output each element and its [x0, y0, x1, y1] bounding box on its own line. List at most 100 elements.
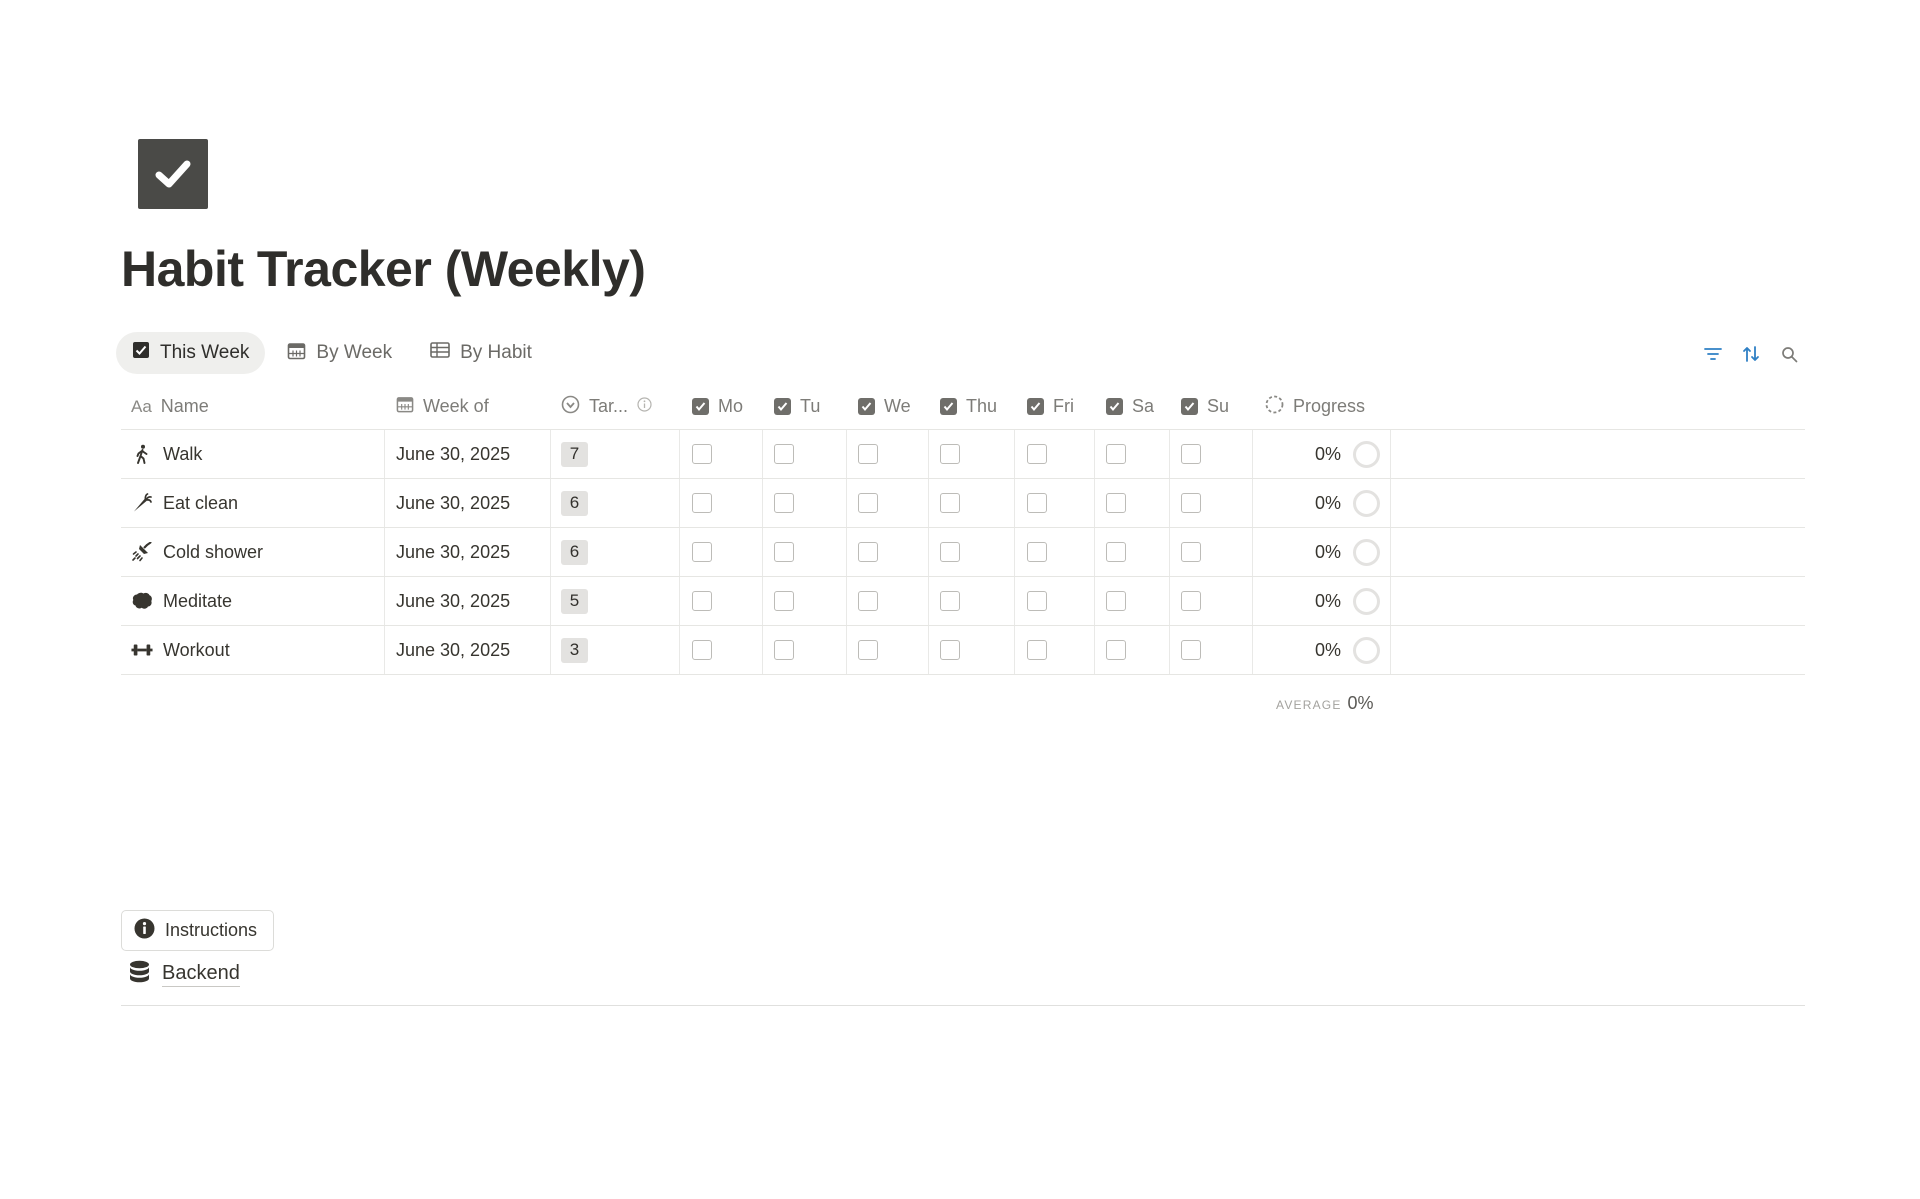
day-checkbox-we[interactable] [858, 542, 878, 562]
brain-icon [131, 590, 153, 612]
table-row[interactable]: Eat clean June 30, 2025 6 0% [121, 479, 1805, 528]
table-row[interactable]: Cold shower June 30, 2025 6 0% [121, 528, 1805, 577]
day-checkbox-we[interactable] [858, 493, 878, 513]
day-checkbox-we[interactable] [858, 444, 878, 464]
day-checkbox-fri[interactable] [1027, 493, 1047, 513]
instructions-label: Instructions [165, 920, 258, 940]
cell-target[interactable]: 6 [551, 479, 680, 527]
day-checkbox-we[interactable] [858, 591, 878, 611]
info-icon[interactable] [637, 396, 652, 417]
day-checkbox-mo[interactable] [692, 640, 712, 660]
column-header-tu[interactable]: Tu [763, 384, 847, 429]
cell-we [847, 479, 929, 527]
column-header-sa[interactable]: Sa [1095, 384, 1170, 429]
column-header-mo[interactable]: Mo [680, 384, 763, 429]
day-checkbox-tu[interactable] [774, 444, 794, 464]
day-checkbox-mo[interactable] [692, 493, 712, 513]
day-checkbox-thu[interactable] [940, 444, 960, 464]
day-checkbox-tu[interactable] [774, 640, 794, 660]
day-checkbox-su[interactable] [1181, 493, 1201, 513]
day-checkbox-fri[interactable] [1027, 444, 1047, 464]
tab-label: By Habit [460, 342, 532, 363]
column-header-thu[interactable]: Thu [929, 384, 1015, 429]
column-header-fri[interactable]: Fri [1015, 384, 1095, 429]
table-row[interactable]: Meditate June 30, 2025 5 0% [121, 577, 1805, 626]
tab-this-week[interactable]: This Week [116, 332, 266, 374]
day-checkbox-we[interactable] [858, 640, 878, 660]
cell-week-of[interactable]: June 30, 2025 [385, 430, 551, 478]
progress-average[interactable]: AVERAGE 0% [1276, 693, 1374, 714]
day-checkbox-sa[interactable] [1106, 493, 1126, 513]
column-header-week[interactable]: Week of [385, 384, 551, 429]
calendar-icon [287, 341, 306, 366]
day-checkbox-sa[interactable] [1106, 542, 1126, 562]
cell-name[interactable]: Walk [121, 430, 385, 478]
progress-value: 0% [1314, 492, 1341, 513]
cell-progress: 0% [1253, 577, 1391, 625]
walk-icon [131, 443, 153, 465]
sort-icon[interactable] [1740, 343, 1762, 365]
column-header-we[interactable]: We [847, 384, 929, 429]
search-icon[interactable] [1778, 343, 1800, 365]
day-checkbox-su[interactable] [1181, 542, 1201, 562]
backend-link[interactable]: Backend [129, 960, 240, 989]
habit-table: Aa Name Week of Tar... Mo Tu We Thu Fri … [121, 384, 1805, 675]
column-header-su[interactable]: Su [1170, 384, 1253, 429]
day-checkbox-sa[interactable] [1106, 444, 1126, 464]
day-checkbox-thu[interactable] [940, 640, 960, 660]
day-checkbox-mo[interactable] [692, 542, 712, 562]
day-checkbox-su[interactable] [1181, 591, 1201, 611]
cell-we [847, 577, 929, 625]
cell-week-of[interactable]: June 30, 2025 [385, 528, 551, 576]
cell-week-of[interactable]: June 30, 2025 [385, 577, 551, 625]
cell-name[interactable]: Cold shower [121, 528, 385, 576]
tab-label: By Week [316, 342, 393, 363]
week-date: June 30, 2025 [396, 590, 511, 611]
day-checkbox-fri[interactable] [1027, 591, 1047, 611]
table-row[interactable]: Walk June 30, 2025 7 0% [121, 430, 1805, 479]
day-checkbox-mo[interactable] [692, 591, 712, 611]
week-date: June 30, 2025 [396, 639, 511, 660]
cell-target[interactable]: 6 [551, 528, 680, 576]
table-icon [430, 341, 450, 365]
day-checkbox-tu[interactable] [774, 542, 794, 562]
checkbox-icon [132, 341, 150, 365]
column-header-name[interactable]: Aa Name [121, 384, 385, 429]
day-checkbox-thu[interactable] [940, 591, 960, 611]
backend-label: Backend [162, 962, 240, 987]
cell-target[interactable]: 3 [551, 626, 680, 674]
column-header-target[interactable]: Tar... [551, 384, 680, 429]
cell-target[interactable]: 7 [551, 430, 680, 478]
day-checkbox-sa[interactable] [1106, 591, 1126, 611]
cell-name[interactable]: Workout [121, 626, 385, 674]
instructions-button[interactable]: Instructions [121, 910, 275, 951]
target-badge: 6 [561, 539, 588, 565]
day-checkbox-su[interactable] [1181, 444, 1201, 464]
day-checkbox-sa[interactable] [1106, 640, 1126, 660]
day-checkbox-fri[interactable] [1027, 640, 1047, 660]
day-checkbox-su[interactable] [1181, 640, 1201, 660]
tab-label: This Week [160, 342, 250, 363]
table-row[interactable]: Workout June 30, 2025 3 0% [121, 626, 1805, 675]
cell-week-of[interactable]: June 30, 2025 [385, 479, 551, 527]
cell-name[interactable]: Eat clean [121, 479, 385, 527]
tab-by-habit[interactable]: By Habit [414, 332, 548, 374]
cell-target[interactable]: 5 [551, 577, 680, 625]
cell-week-of[interactable]: June 30, 2025 [385, 626, 551, 674]
day-checkbox-tu[interactable] [774, 493, 794, 513]
progress-ring-icon [1353, 489, 1380, 517]
view-tabs: This Week By Week By Habit [116, 332, 548, 374]
cell-name[interactable]: Meditate [121, 577, 385, 625]
checkbox-icon [858, 398, 875, 415]
cell-su [1170, 479, 1253, 527]
day-checkbox-thu[interactable] [940, 493, 960, 513]
day-checkbox-mo[interactable] [692, 444, 712, 464]
page-title: Habit Tracker (Weekly) [121, 241, 646, 297]
tab-by-week[interactable]: By Week [271, 332, 408, 374]
day-checkbox-thu[interactable] [940, 542, 960, 562]
day-checkbox-tu[interactable] [774, 591, 794, 611]
day-checkbox-fri[interactable] [1027, 542, 1047, 562]
column-header-progress[interactable]: Progress [1253, 384, 1391, 429]
page-checkbox-icon[interactable] [138, 139, 208, 209]
filter-icon[interactable] [1702, 343, 1724, 365]
